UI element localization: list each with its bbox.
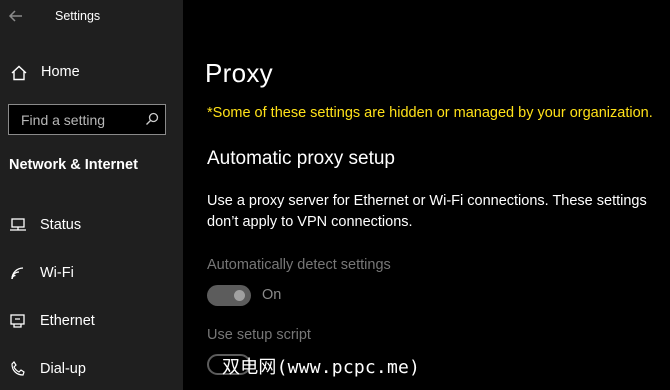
dialup-icon	[9, 361, 27, 377]
detect-settings-state: On	[262, 287, 282, 303]
detect-settings-toggle[interactable]	[207, 285, 251, 306]
section-description: Use a proxy server for Ethernet or Wi-Fi…	[207, 193, 647, 230]
setup-script-label: Use setup script	[207, 327, 311, 343]
search-placeholder: Find a setting	[21, 112, 106, 128]
sidebar-item-wifi[interactable]: Wi-Fi	[0, 258, 183, 288]
sidebar-item-label: Wi-Fi	[40, 265, 74, 281]
search-input[interactable]: Find a setting	[8, 104, 166, 135]
back-arrow-icon[interactable]	[6, 6, 28, 26]
sidebar-item-label: Home	[41, 64, 80, 80]
title-bar: Settings	[0, 0, 183, 34]
status-icon	[9, 217, 27, 233]
wifi-icon	[9, 265, 27, 281]
section-title: Network & Internet	[9, 157, 138, 173]
section-heading: Automatic proxy setup	[207, 148, 395, 169]
ethernet-icon	[9, 313, 27, 329]
app-title: Settings	[55, 9, 101, 23]
sidebar: Settings Home Find a setting Network & I…	[0, 0, 183, 390]
page-title: Proxy	[205, 58, 273, 88]
sidebar-item-home[interactable]: Home	[0, 58, 183, 88]
toggle-knob	[234, 290, 245, 301]
detect-settings-label: Automatically detect settings	[207, 257, 391, 273]
sidebar-item-ethernet[interactable]: Ethernet	[0, 306, 183, 336]
sidebar-item-dialup[interactable]: Dial-up	[0, 354, 183, 384]
search-icon[interactable]	[145, 112, 159, 126]
main-content: Proxy *Some of these settings are hidden…	[183, 0, 670, 390]
watermark-text: 双电网(www.pcpc.me)	[222, 357, 421, 378]
sidebar-item-label: Dial-up	[40, 361, 86, 377]
managed-warning: *Some of these settings are hidden or ma…	[207, 105, 653, 121]
sidebar-item-label: Status	[40, 217, 82, 233]
home-icon	[10, 64, 28, 82]
sidebar-item-label: Ethernet	[40, 313, 95, 329]
sidebar-item-status[interactable]: Status	[0, 210, 183, 240]
